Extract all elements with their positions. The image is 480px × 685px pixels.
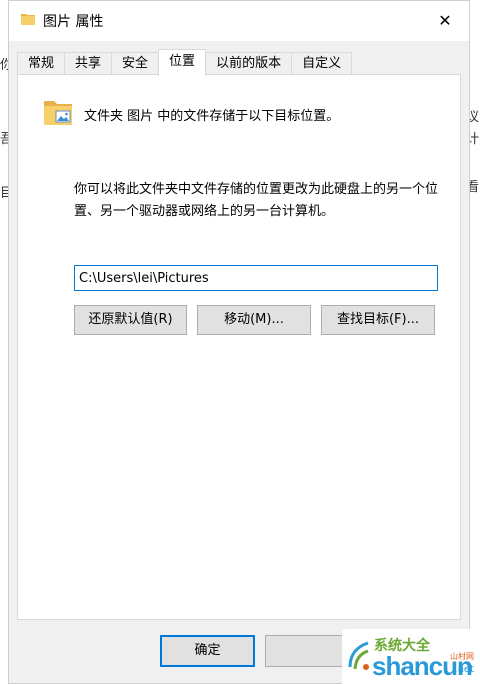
watermark-net: .net xyxy=(454,664,474,675)
tab-location[interactable]: 位置 xyxy=(158,49,207,76)
tab-sharing[interactable]: 共享 xyxy=(64,52,113,74)
title-bar: 图片 属性 ✕ xyxy=(9,1,469,41)
find-target-button[interactable]: 查找目标(F)... xyxy=(321,305,435,335)
close-button[interactable]: ✕ xyxy=(431,7,459,33)
folder-icon xyxy=(44,101,72,125)
tab-general[interactable]: 常规 xyxy=(17,52,66,74)
tab-strip: 常规 共享 安全 位置 以前的版本 自定义 xyxy=(17,49,353,76)
location-panel: 文件夹 图片 中的文件存储于以下目标位置。 你可以将此文件夹中文件存储的位置更改… xyxy=(17,74,461,620)
watermark: 系统大全 山村网 shancun .net xyxy=(342,629,480,685)
tab-customize[interactable]: 自定义 xyxy=(291,52,353,74)
move-button[interactable]: 移动(M)... xyxy=(197,305,311,335)
watermark-logo-icon xyxy=(348,641,369,670)
path-input[interactable] xyxy=(74,265,438,291)
folder-icon xyxy=(21,14,35,25)
restore-default-button[interactable]: 还原默认值(R) xyxy=(74,305,187,335)
location-info: 文件夹 图片 中的文件存储于以下目标位置。 xyxy=(84,109,340,124)
tab-security[interactable]: 安全 xyxy=(111,52,160,74)
window-title: 图片 属性 xyxy=(43,14,104,30)
ok-button[interactable]: 确定 xyxy=(160,635,255,667)
properties-dialog: 图片 属性 ✕ 常规 共享 安全 位置 以前的版本 自定义 文件夹 图片 中的文… xyxy=(8,0,470,684)
close-icon: ✕ xyxy=(438,10,452,30)
tab-previous-versions[interactable]: 以前的版本 xyxy=(205,52,293,74)
location-description: 你可以将此文件夹中文件存储的位置更改为此硬盘上的另一个位置、另一个驱动器或网络上… xyxy=(74,182,439,219)
